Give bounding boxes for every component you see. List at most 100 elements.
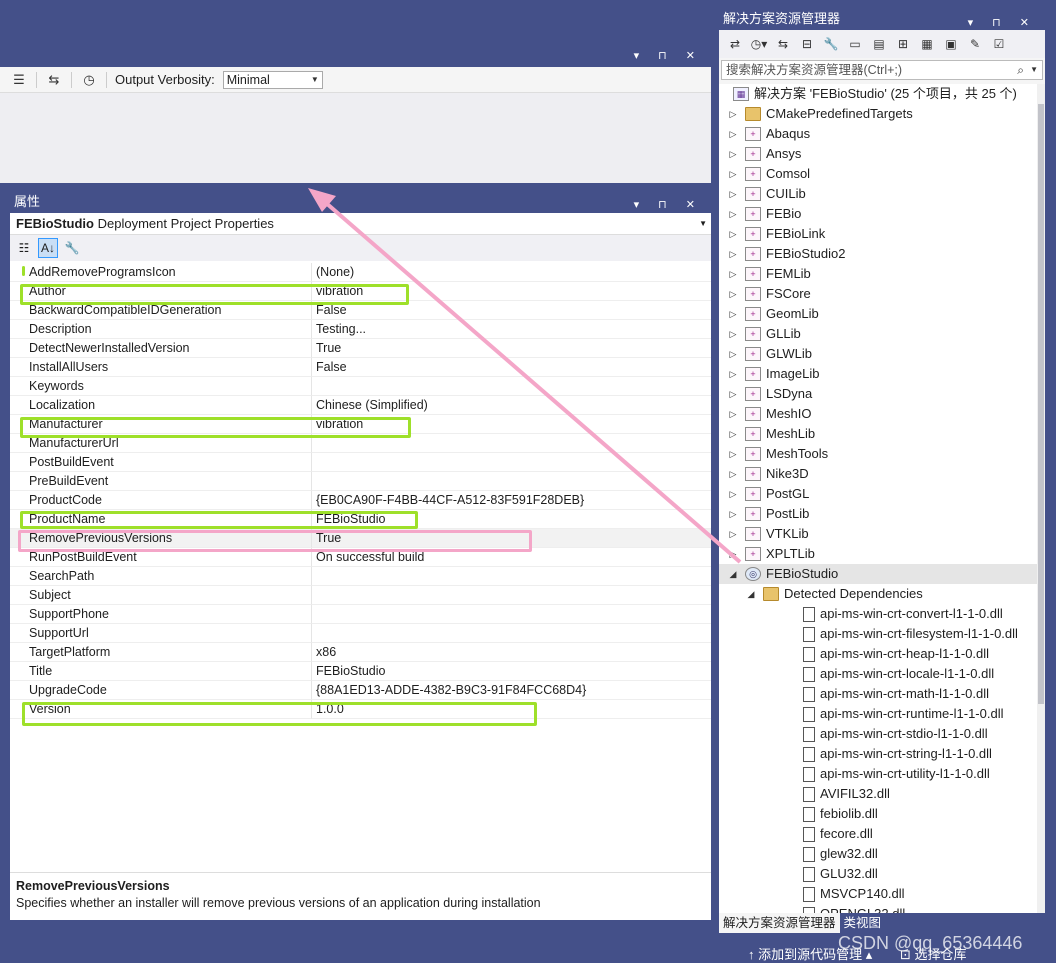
expander-icon[interactable]: ▷: [727, 244, 739, 264]
alphabetical-icon[interactable]: A↓: [38, 238, 58, 258]
property-value[interactable]: {88A1ED13-ADDE-4382-B9C3-91F84FCC68D4}: [312, 681, 711, 700]
solution-root[interactable]: ▦ 解决方案 'FEBioStudio' (25 个项目，共 25 个): [719, 84, 1037, 104]
collapse-all-icon[interactable]: ⊟: [797, 34, 817, 54]
property-value[interactable]: [312, 377, 711, 396]
tree-item[interactable]: api-ms-win-crt-filesystem-l1-1-0.dll: [719, 624, 1037, 644]
switch-views-icon[interactable]: ⇄: [725, 34, 745, 54]
expander-icon[interactable]: ▷: [727, 404, 739, 424]
property-row[interactable]: SupportUrl: [10, 624, 711, 643]
tree-item[interactable]: GLU32.dll: [719, 864, 1037, 884]
expander-icon[interactable]: ▷: [727, 364, 739, 384]
tree-item[interactable]: ▷ + MeshIO: [719, 404, 1037, 424]
expander-icon[interactable]: ▷: [727, 484, 739, 504]
window-controls[interactable]: ▾ ⊓ ✕: [634, 49, 703, 62]
expander-icon[interactable]: ▷: [727, 304, 739, 324]
property-value[interactable]: FEBioStudio: [312, 662, 711, 681]
expander-icon[interactable]: ▷: [727, 324, 739, 344]
scrollbar-thumb[interactable]: [1038, 104, 1044, 704]
expander-icon[interactable]: ▷: [727, 544, 739, 564]
wrench-icon[interactable]: 🔧: [62, 238, 82, 258]
expander-icon[interactable]: ◢: [745, 584, 757, 604]
property-value[interactable]: [312, 472, 711, 491]
expander-icon[interactable]: ▷: [727, 204, 739, 224]
property-value[interactable]: (None): [312, 263, 711, 282]
tree-item[interactable]: ▷ + LSDyna: [719, 384, 1037, 404]
tree-item[interactable]: ▷ + CUILib: [719, 184, 1037, 204]
search-icon[interactable]: ⌕: [1017, 61, 1024, 79]
registry-editor-icon[interactable]: ⊞: [893, 34, 913, 54]
tree-item[interactable]: ▷ + Comsol: [719, 164, 1037, 184]
expander-icon[interactable]: ▷: [727, 344, 739, 364]
property-value[interactable]: [312, 605, 711, 624]
expander-icon[interactable]: ▷: [727, 504, 739, 524]
tree-item[interactable]: MSVCP140.dll: [719, 884, 1037, 904]
property-row[interactable]: DetectNewerInstalledVersion True: [10, 339, 711, 358]
expander-icon[interactable]: ▷: [727, 124, 739, 144]
property-value[interactable]: [312, 453, 711, 472]
solution-scrollbar[interactable]: [1037, 84, 1045, 914]
tree-item[interactable]: ▷ + MeshLib: [719, 424, 1037, 444]
tree-item[interactable]: ▷ + GLLib: [719, 324, 1037, 344]
tree-item[interactable]: ▷ + Ansys: [719, 144, 1037, 164]
property-value[interactable]: [312, 567, 711, 586]
expander-icon[interactable]: ▷: [727, 444, 739, 464]
property-value[interactable]: True: [312, 339, 711, 358]
expander-icon[interactable]: ▷: [727, 104, 739, 124]
history-icon[interactable]: ◷▾: [749, 34, 769, 54]
tree-item[interactable]: api-ms-win-crt-string-l1-1-0.dll: [719, 744, 1037, 764]
tab-class-view[interactable]: 类视图: [840, 913, 886, 933]
tree-item[interactable]: febiolib.dll: [719, 804, 1037, 824]
property-row[interactable]: TargetPlatform x86: [10, 643, 711, 662]
property-row[interactable]: ProductCode {EB0CA90F-F4BB-44CF-A512-83F5…: [10, 491, 711, 510]
tree-item[interactable]: ▷ + GLWLib: [719, 344, 1037, 364]
tree-item[interactable]: api-ms-win-crt-stdio-l1-1-0.dll: [719, 724, 1037, 744]
tree-item[interactable]: ▷ + FSCore: [719, 284, 1037, 304]
file-types-icon[interactable]: ▦: [917, 34, 937, 54]
property-value[interactable]: x86: [312, 643, 711, 662]
expander-icon[interactable]: ▷: [727, 144, 739, 164]
property-value[interactable]: False: [312, 358, 711, 377]
tree-item[interactable]: api-ms-win-crt-locale-l1-1-0.dll: [719, 664, 1037, 684]
word-wrap-icon[interactable]: ⇆: [45, 71, 63, 89]
tree-item[interactable]: api-ms-win-crt-convert-l1-1-0.dll: [719, 604, 1037, 624]
tree-item[interactable]: fecore.dll: [719, 824, 1037, 844]
window-controls[interactable]: ▾ ⊓ ✕: [968, 12, 1037, 34]
tree-item[interactable]: ▷ + MeshTools: [719, 444, 1037, 464]
property-row[interactable]: Subject: [10, 586, 711, 605]
property-value[interactable]: Chinese (Simplified): [312, 396, 711, 415]
chevron-down-icon[interactable]: ▼: [1030, 61, 1038, 79]
property-row[interactable]: Title FEBioStudio: [10, 662, 711, 681]
property-value[interactable]: Testing...: [312, 320, 711, 339]
property-value[interactable]: {EB0CA90F-F4BB-44CF-A512-83F591F28DEB}: [312, 491, 711, 510]
property-value[interactable]: [312, 586, 711, 605]
tree-item[interactable]: api-ms-win-crt-heap-l1-1-0.dll: [719, 644, 1037, 664]
categorized-icon[interactable]: ☷: [14, 238, 34, 258]
sync-icon[interactable]: ⇆: [773, 34, 793, 54]
tree-item[interactable]: ▷ + FEBio: [719, 204, 1037, 224]
tree-item[interactable]: ▷ + XPLTLib: [719, 544, 1037, 564]
show-all-files-icon[interactable]: ▭: [845, 34, 865, 54]
property-row[interactable]: UpgradeCode {88A1ED13-ADDE-4382-B9C3-91F8…: [10, 681, 711, 700]
expander-icon[interactable]: ▷: [727, 424, 739, 444]
clear-all-icon[interactable]: ☰: [10, 71, 28, 89]
tree-item[interactable]: ◢ Detected Dependencies: [719, 584, 1037, 604]
property-row[interactable]: AddRemoveProgramsIcon (None): [10, 263, 711, 282]
tree-item[interactable]: ▷ + Nike3D: [719, 464, 1037, 484]
property-row[interactable]: SupportPhone: [10, 605, 711, 624]
expander-icon[interactable]: ▷: [727, 384, 739, 404]
custom-actions-icon[interactable]: ✎: [965, 34, 985, 54]
clock-icon[interactable]: ◷: [80, 71, 98, 89]
property-row[interactable]: PostBuildEvent: [10, 453, 711, 472]
expander-icon[interactable]: ▷: [727, 184, 739, 204]
properties-icon[interactable]: 🔧: [821, 34, 841, 54]
property-value[interactable]: [312, 624, 711, 643]
tree-item[interactable]: ▷ + GeomLib: [719, 304, 1037, 324]
output-scrollbar[interactable]: [693, 93, 711, 183]
tab-solution-explorer[interactable]: 解决方案资源管理器: [719, 913, 840, 933]
tree-item[interactable]: AVIFIL32.dll: [719, 784, 1037, 804]
tree-item[interactable]: ▷ + FEMLib: [719, 264, 1037, 284]
tree-item[interactable]: ▷ + FEBioLink: [719, 224, 1037, 244]
user-interface-icon[interactable]: ▣: [941, 34, 961, 54]
expander-icon[interactable]: ▷: [727, 464, 739, 484]
expander-icon[interactable]: ◢: [727, 564, 739, 584]
